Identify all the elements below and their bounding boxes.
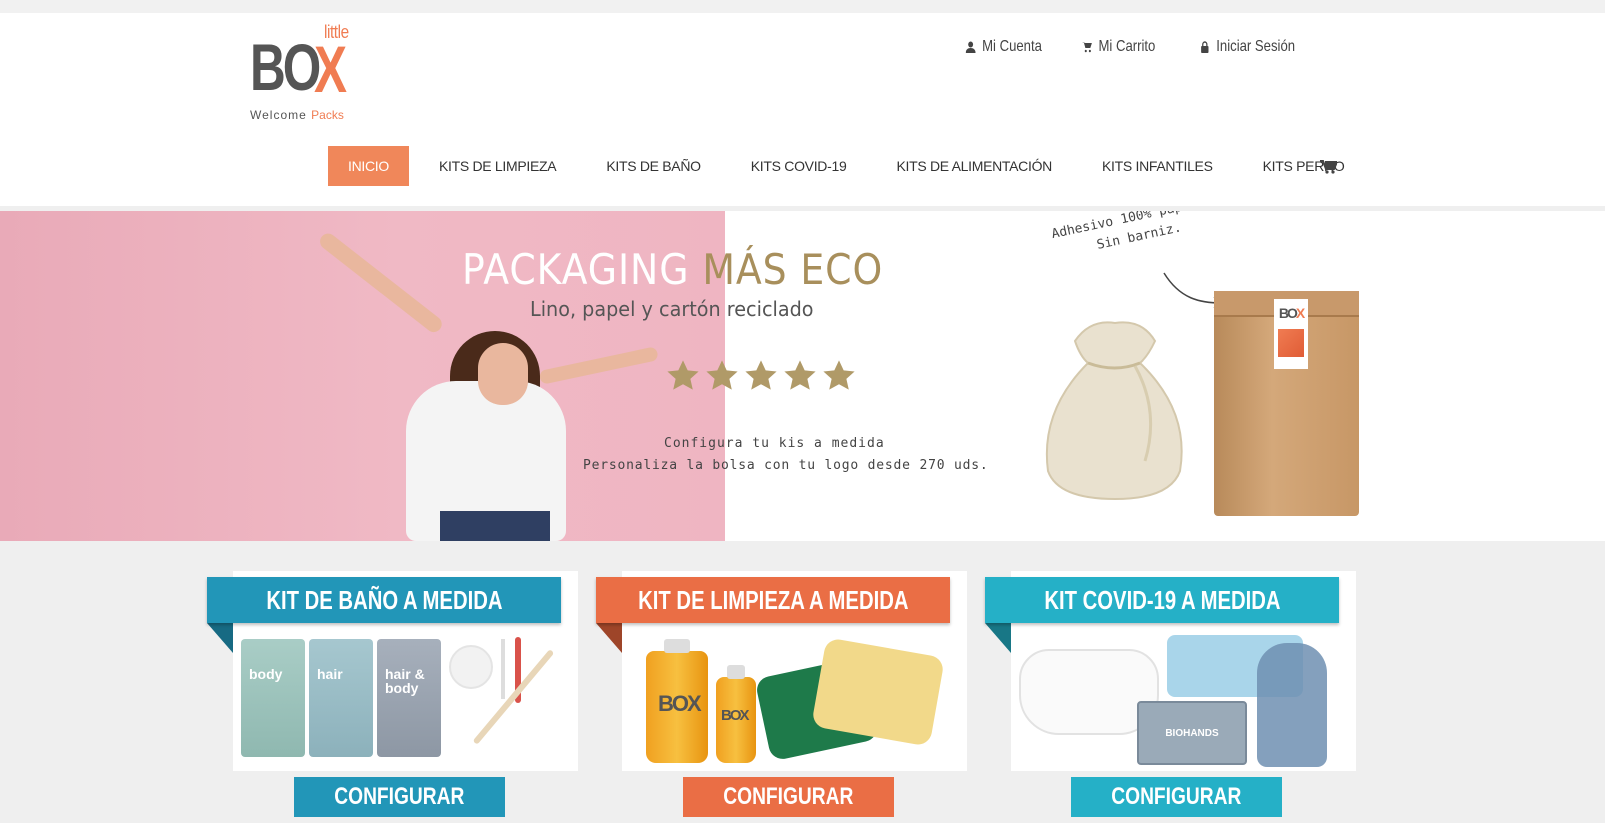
card-kit-covid[interactable]: KIT COVID-19 A MEDIDA BIOHANDS (985, 571, 1356, 771)
star-icon (745, 360, 777, 390)
configure-button-limpieza[interactable]: CONFIGURAR (683, 777, 894, 817)
card-image-limpieza: BOX BOX (622, 631, 967, 767)
nav-inicio[interactable]: INICIO (328, 146, 409, 186)
my-account-link[interactable]: Mi Cuenta (965, 38, 1042, 56)
hero-banner[interactable]: PACKAGING MÁS ECO Lino, papel y cartón r… (0, 211, 1605, 541)
star-icon (784, 360, 816, 390)
my-cart-label: Mi Carrito (1098, 38, 1155, 55)
configure-label: CONFIGURAR (723, 783, 854, 810)
bag-label-bo: BO (1278, 305, 1298, 321)
wipes-pack-image: BIOHANDS (1137, 701, 1247, 765)
login-link[interactable]: Iniciar Sesión (1200, 38, 1295, 56)
my-account-label: Mi Cuenta (981, 38, 1042, 55)
login-label: Iniciar Sesión (1216, 38, 1295, 55)
bottle-cap (727, 665, 745, 679)
rating-stars (666, 359, 856, 393)
configure-label: CONFIGURAR (334, 783, 465, 810)
configure-label: CONFIGURAR (1111, 783, 1242, 810)
configure-button-covid[interactable]: CONFIGURAR (1071, 777, 1282, 817)
bottle-logo: BOX (721, 707, 749, 724)
lock-icon (1201, 41, 1209, 53)
paper-bag-label: BOX (1274, 299, 1308, 369)
bag-label-x: X (1295, 305, 1305, 321)
card-banner-fold (207, 623, 233, 653)
card-image-covid: BIOHANDS (1011, 631, 1356, 767)
card-title: KIT COVID-19 A MEDIDA (1043, 584, 1281, 615)
card-banner: KIT DE LIMPIEZA A MEDIDA (596, 577, 950, 623)
site-logo[interactable]: little BO X Welcome Packs (250, 22, 365, 137)
nav-kits-perro[interactable]: KITS PERRO (1243, 146, 1365, 186)
logo-welcome-text: Welcome (250, 108, 307, 122)
small-bottle-image: BOX (716, 665, 756, 763)
hero-title-eco: MÁS ECO (702, 245, 884, 294)
pouch-body: body (241, 639, 305, 757)
card-kit-bano[interactable]: KIT DE BAÑO A MEDIDA body hair hair & bo… (207, 571, 578, 771)
hero-title-packaging: PACKAGING (462, 245, 703, 294)
hero-woman-jeans (440, 511, 550, 541)
hero-text-configure: Configura tu kis a medida (664, 436, 885, 451)
glove-image (1257, 643, 1327, 767)
cart-icon (1081, 42, 1092, 53)
hero-subtitle: Lino, papel y cartón reciclado (530, 297, 814, 321)
bottle-cap (664, 639, 690, 653)
nav-kits-covid[interactable]: KITS COVID-19 (731, 146, 867, 186)
card-banner-fold (596, 623, 622, 653)
logo-packs-text: Packs (311, 108, 344, 122)
my-cart-link[interactable]: Mi Carrito (1081, 38, 1155, 56)
star-icon (823, 360, 855, 390)
bottle-logo: BOX (658, 691, 702, 716)
card-image-bano: body hair hair & body (233, 631, 578, 767)
account-links: Mi Cuenta Mi Carrito Iniciar Sesión (949, 38, 1295, 56)
top-strip (0, 0, 1605, 13)
logo-tagline: Welcome Packs (250, 108, 344, 122)
linen-sack-image (1045, 321, 1183, 501)
configure-button-bano[interactable]: CONFIGURAR (294, 777, 505, 817)
nav-kits-infantiles[interactable]: KITS INFANTILES (1082, 146, 1233, 186)
card-banner-fold (985, 623, 1011, 653)
hero-woman-face (478, 343, 528, 405)
pouch-body-label: body (249, 666, 283, 682)
cotton-pad-image (449, 645, 493, 689)
nav-cart-icon[interactable] (1320, 160, 1337, 174)
nav-kits-bano[interactable]: KITS DE BAÑO (586, 146, 720, 186)
card-banner: KIT COVID-19 A MEDIDA (985, 577, 1339, 623)
card-banner: KIT DE BAÑO A MEDIDA (207, 577, 561, 623)
pouch-hair-body: hair & body (377, 639, 441, 757)
logo-bo-text: BO (250, 30, 321, 104)
pouch-hair: hair (309, 639, 373, 757)
nav-kits-alimentacion[interactable]: KITS DE ALIMENTACIÓN (876, 146, 1072, 186)
big-bottle-image: BOX (646, 639, 708, 763)
pouch-hair-label: hair (317, 666, 343, 682)
nav-kits-limpieza[interactable]: KITS DE LIMPIEZA (419, 146, 576, 186)
main-nav: INICIO KITS DE LIMPIEZA KITS DE BAÑO KIT… (328, 146, 1374, 186)
logo-x-text: X (314, 32, 348, 106)
card-title: KIT DE BAÑO A MEDIDA (265, 584, 503, 615)
card-title: KIT DE LIMPIEZA A MEDIDA (637, 584, 909, 615)
hero-annotation: Adhesivo 100% papel. Sin barniz. (1050, 211, 1211, 265)
star-icon (706, 360, 738, 390)
card-kit-limpieza[interactable]: KIT DE LIMPIEZA A MEDIDA BOX BOX (596, 571, 967, 771)
hero-text-personalize: Personaliza la bolsa con tu logo desde 2… (583, 458, 989, 473)
pouch-hair-body-label: hair & body (385, 666, 425, 696)
bag-label-logo: BOX (1278, 305, 1305, 321)
bag-label-swatch (1278, 329, 1304, 357)
star-icon (667, 360, 699, 390)
cotton-swab-image (501, 639, 505, 699)
user-icon (965, 41, 976, 53)
hero-title: PACKAGING MÁS ECO (462, 245, 883, 294)
